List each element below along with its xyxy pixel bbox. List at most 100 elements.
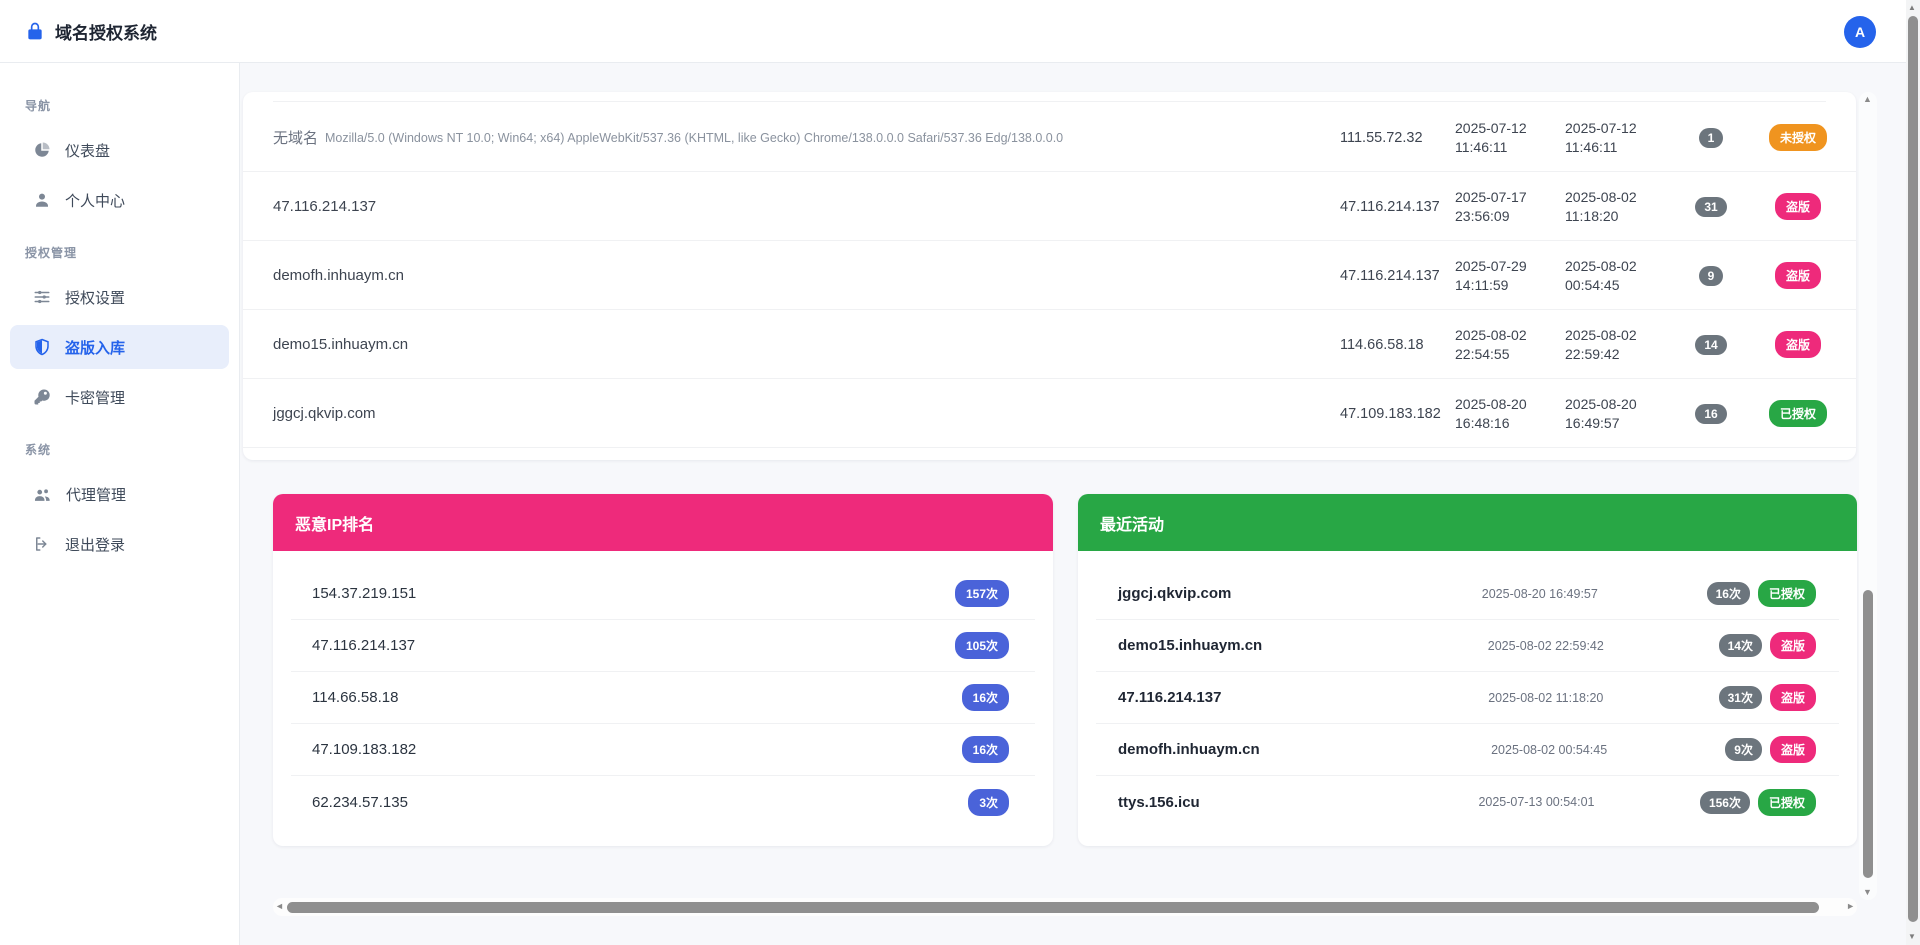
ip-rank-item: 114.66.58.18 16次	[291, 672, 1035, 724]
sidebar-item-logout[interactable]: 退出登录	[10, 522, 229, 566]
activity-domain: demo15.inhuaym.cn	[1118, 637, 1373, 654]
last-seen-cell: 2025-08-0200:54:45	[1565, 241, 1670, 310]
activity-domain: 47.116.214.137	[1118, 689, 1373, 706]
status-cell: 盗版	[1748, 310, 1848, 379]
ip-cell: 114.66.58.18	[1340, 310, 1450, 379]
app-title: 域名授权系统	[55, 19, 157, 44]
sidebar-item-dashboard[interactable]: 仪表盘	[10, 128, 229, 172]
ip-address: 62.234.57.135	[312, 794, 408, 811]
ip-rank-item: 47.109.183.182 16次	[291, 724, 1035, 776]
sidebar-item-card-keys[interactable]: 卡密管理	[10, 375, 229, 419]
sidebar-item-label: 授权设置	[65, 287, 125, 308]
activity-time: 2025-08-20 16:49:57	[1373, 587, 1707, 601]
window-scroll-thumb[interactable]	[1908, 16, 1918, 922]
scroll-up-arrow-icon[interactable]: ▲	[1863, 95, 1872, 104]
brand: 域名授权系统	[0, 19, 157, 44]
table-row: jggcj.qkvip.com 47.109.183.182 2025-08-2…	[243, 379, 1856, 448]
horizontal-scrollbar[interactable]: ◄ ►	[273, 898, 1857, 916]
count-cell: 31	[1678, 172, 1744, 241]
scroll-down-arrow-icon[interactable]: ▼	[1863, 888, 1872, 897]
app-header: 域名授权系统 A	[0, 0, 1920, 63]
user-icon	[33, 191, 51, 209]
count-cell: 14	[1678, 310, 1744, 379]
key-icon	[33, 388, 51, 406]
sliders-icon	[33, 288, 51, 306]
last-seen-cell: 2025-07-1211:46:11	[1565, 103, 1670, 172]
last-seen-cell: 2025-08-0222:59:42	[1565, 310, 1670, 379]
last-seen-cell: 2025-08-0211:18:20	[1565, 172, 1670, 241]
hit-count-badge: 16次	[962, 684, 1009, 711]
panel-title: 最近活动	[1078, 494, 1857, 551]
status-badge: 未授权	[1769, 124, 1827, 151]
activity-domain: ttys.156.icu	[1118, 794, 1373, 811]
sidebar-item-label: 卡密管理	[65, 387, 125, 408]
count-badge: 9	[1699, 266, 1724, 286]
table-row: demofh.inhuaym.cn 47.116.214.137 2025-07…	[243, 241, 1856, 310]
sidebar-section-system: 系统	[0, 431, 239, 466]
activity-item: 47.116.214.137 2025-08-02 11:18:20 31次 盗…	[1096, 672, 1839, 724]
malicious-ip-panel: 恶意IP排名 154.37.219.151 157次 47.116.214.13…	[273, 494, 1053, 846]
recent-activity-panel: 最近活动 jggcj.qkvip.com 2025-08-20 16:49:57…	[1078, 494, 1857, 846]
count-badge: 31	[1695, 197, 1726, 217]
status-cell: 盗版	[1748, 172, 1848, 241]
sidebar-item-profile[interactable]: 个人中心	[10, 178, 229, 222]
table-row: demo15.inhuaym.cn 114.66.58.18 2025-08-0…	[243, 310, 1856, 379]
table-row: 47.116.214.137 47.116.214.137 2025-07-17…	[243, 172, 1856, 241]
table-row: 无域名 Mozilla/5.0 (Windows NT 10.0; Win64;…	[243, 103, 1856, 172]
activity-time: 2025-08-02 11:18:20	[1373, 691, 1719, 705]
hit-count-badge: 16次	[962, 736, 1009, 763]
count-badge: 14	[1695, 335, 1726, 355]
activity-count-badge: 14次	[1719, 634, 1762, 657]
ip-address: 114.66.58.18	[312, 689, 398, 706]
status-badge: 盗版	[1775, 262, 1821, 289]
ip-rank-item: 47.116.214.137 105次	[291, 620, 1035, 672]
sidebar-item-label: 代理管理	[66, 484, 126, 505]
activity-status-badge: 盗版	[1770, 632, 1816, 659]
first-seen-cell: 2025-07-1723:56:09	[1455, 172, 1560, 241]
activity-item: jggcj.qkvip.com 2025-08-20 16:49:57 16次 …	[1096, 568, 1839, 620]
sidebar-item-auth-settings[interactable]: 授权设置	[10, 275, 229, 319]
activity-time: 2025-08-02 00:54:45	[1373, 743, 1725, 757]
vertical-scrollbar[interactable]: ▲ ▼	[1859, 92, 1877, 900]
activity-item: demo15.inhuaym.cn 2025-08-02 22:59:42 14…	[1096, 620, 1839, 672]
hit-count-badge: 157次	[955, 580, 1009, 607]
pie-chart-icon	[33, 141, 51, 159]
user-agent-text: Mozilla/5.0 (Windows NT 10.0; Win64; x64…	[325, 131, 1063, 145]
domain-cell: 47.116.214.137	[273, 172, 1313, 241]
logout-icon	[33, 535, 51, 553]
domain-cell: jggcj.qkvip.com	[273, 379, 1313, 448]
scroll-left-arrow-icon[interactable]: ◄	[275, 902, 284, 911]
ip-cell: 47.116.214.137	[1340, 241, 1450, 310]
activity-status-badge: 已授权	[1758, 580, 1816, 607]
domain-cell: 无域名 Mozilla/5.0 (Windows NT 10.0; Win64;…	[273, 103, 1313, 172]
first-seen-cell: 2025-07-1211:46:11	[1455, 103, 1560, 172]
activity-domain: demofh.inhuaym.cn	[1118, 741, 1373, 758]
ip-rank-item: 62.234.57.135 3次	[291, 776, 1035, 828]
activity-count-badge: 31次	[1719, 686, 1762, 709]
count-cell: 16	[1678, 379, 1744, 448]
sidebar-item-label: 个人中心	[65, 190, 125, 211]
window-scroll-up-icon[interactable]: ▲	[1908, 4, 1916, 12]
status-badge: 盗版	[1775, 193, 1821, 220]
activity-status-badge: 盗版	[1770, 736, 1816, 763]
activity-count-badge: 156次	[1700, 791, 1750, 814]
horizontal-scroll-thumb[interactable]	[287, 902, 1819, 913]
main-content: 无域名 Mozilla/5.0 (Windows NT 10.0; Win64;…	[240, 63, 1920, 945]
last-seen-cell: 2025-08-2016:49:57	[1565, 379, 1670, 448]
sidebar-section-auth: 授权管理	[0, 234, 239, 269]
activity-status-badge: 已授权	[1758, 789, 1816, 816]
vertical-scroll-thumb[interactable]	[1863, 590, 1873, 878]
activity-status-badge: 盗版	[1770, 684, 1816, 711]
ip-rank-item: 154.37.219.151 157次	[291, 568, 1035, 620]
sidebar-item-agents[interactable]: 代理管理	[10, 472, 229, 516]
sidebar-item-label: 盗版入库	[65, 337, 125, 358]
user-avatar[interactable]: A	[1844, 16, 1876, 48]
window-scroll-down-icon[interactable]: ▼	[1908, 933, 1916, 941]
status-cell: 已授权	[1748, 379, 1848, 448]
window-scrollbar[interactable]: ▲ ▼	[1906, 0, 1920, 945]
scroll-right-arrow-icon[interactable]: ►	[1846, 902, 1855, 911]
status-badge: 盗版	[1775, 331, 1821, 358]
sidebar-item-piracy-db[interactable]: 盗版入库	[10, 325, 229, 369]
sidebar-item-label: 退出登录	[65, 534, 125, 555]
hit-count-badge: 105次	[955, 632, 1009, 659]
